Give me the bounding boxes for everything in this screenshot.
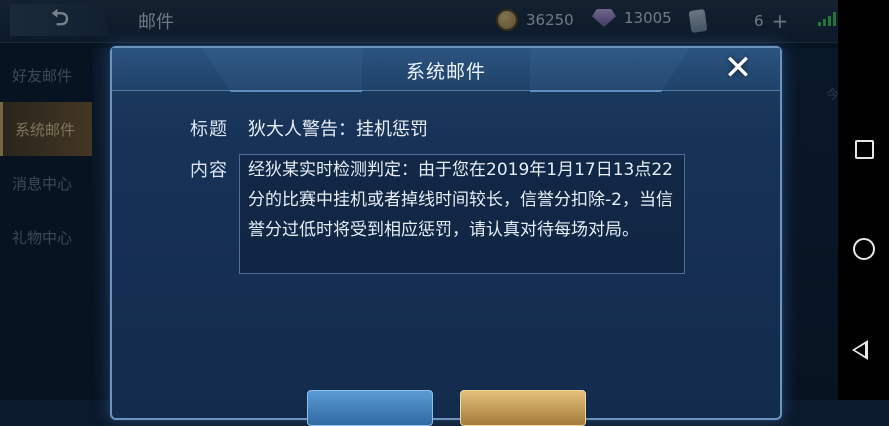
subject-value: 狄大人警告：挂机惩罚 [248, 119, 428, 140]
content-text: 经狄某实时检测判定：由于您在2019年1月17日13点22分的比赛中挂机或者掉线… [248, 160, 673, 240]
dialog-title: 系统邮件 [405, 61, 486, 83]
secondary-button[interactable] [307, 390, 433, 426]
nav-back-icon[interactable] [852, 340, 868, 360]
dialog-header: 系统邮件 ✕ [112, 48, 780, 92]
subject-label: 标题 [190, 119, 228, 140]
home-icon[interactable] [853, 238, 875, 260]
system-mail-dialog: 系统邮件 ✕ 标题 狄大人警告：挂机惩罚 内容 经狄某实时检测判定：由于您在20… [110, 46, 782, 426]
close-icon[interactable]: ✕ [722, 51, 754, 85]
primary-button[interactable] [460, 390, 586, 426]
content-label: 内容 [190, 160, 228, 181]
recent-apps-icon[interactable] [855, 140, 874, 159]
content-box[interactable]: 经狄某实时检测判定：由于您在2019年1月17日13点22分的比赛中挂机或者掉线… [239, 154, 685, 274]
